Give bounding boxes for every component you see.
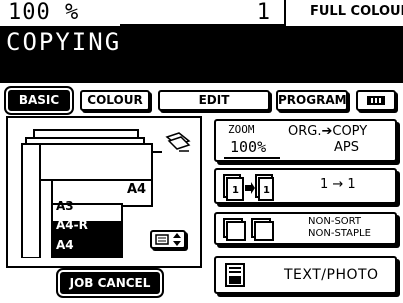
status-message: COPYING: [6, 28, 122, 56]
org-copy-label: ORG.➔COPY: [288, 124, 368, 139]
svg-text:1: 1: [232, 185, 239, 196]
tab-program[interactable]: PROGRAM: [276, 90, 348, 111]
duplex-value: 1 → 1: [320, 177, 356, 192]
tab-colour[interactable]: COLOUR: [80, 90, 150, 111]
original-mode-value: TEXT/PHOTO: [284, 267, 379, 283]
keyboard-icon: [367, 96, 385, 105]
manual-feed-icon: [165, 132, 191, 152]
tray-1-size-label[interactable]: A3: [56, 199, 74, 213]
job-cancel-button[interactable]: JOB CANCEL: [56, 268, 164, 298]
zoom-button[interactable]: ZOOM 100% ORG.➔COPY APS: [214, 119, 397, 162]
tray-3-size-label[interactable]: A4: [56, 238, 74, 252]
sort-staple-icon: [223, 218, 274, 241]
text-photo-icon: [225, 263, 245, 287]
duplex-icon: 1 1: [223, 174, 274, 201]
status-row: 100 % 1 FULL COLOUR: [0, 0, 403, 26]
finishing-sort-label: NON-SORT: [308, 216, 361, 227]
copies-box: 1: [120, 0, 286, 26]
tab-keyboard[interactable]: [356, 90, 396, 111]
zoom-value: 100%: [230, 138, 267, 156]
color-mode-indicator: FULL COLOUR: [310, 4, 403, 19]
original-mode-button[interactable]: TEXT/PHOTO: [214, 256, 397, 294]
duplex-button[interactable]: 1 1 1 → 1: [214, 168, 397, 204]
copies-count: 1: [256, 0, 270, 25]
tray-select-button[interactable]: [150, 230, 186, 249]
svg-text:1: 1: [263, 185, 270, 196]
zoom-readout: 100 %: [8, 0, 80, 25]
tray-updown-icon: [155, 233, 181, 246]
zoom-label: ZOOM: [228, 123, 255, 136]
tab-edit[interactable]: EDIT: [158, 90, 270, 111]
status-display: 100 % 1 FULL COLOUR COPYING: [0, 0, 403, 83]
bypass-size-label: A4: [127, 182, 147, 197]
finishing-button[interactable]: NON-SORT NON-STAPLE: [214, 212, 397, 245]
zoom-underline: [224, 157, 280, 159]
tray-2-size-label[interactable]: A4-R: [56, 218, 88, 232]
aps-label: APS: [334, 140, 359, 155]
tab-basic[interactable]: BASIC: [4, 86, 74, 115]
finishing-staple-label: NON-STAPLE: [308, 228, 371, 239]
